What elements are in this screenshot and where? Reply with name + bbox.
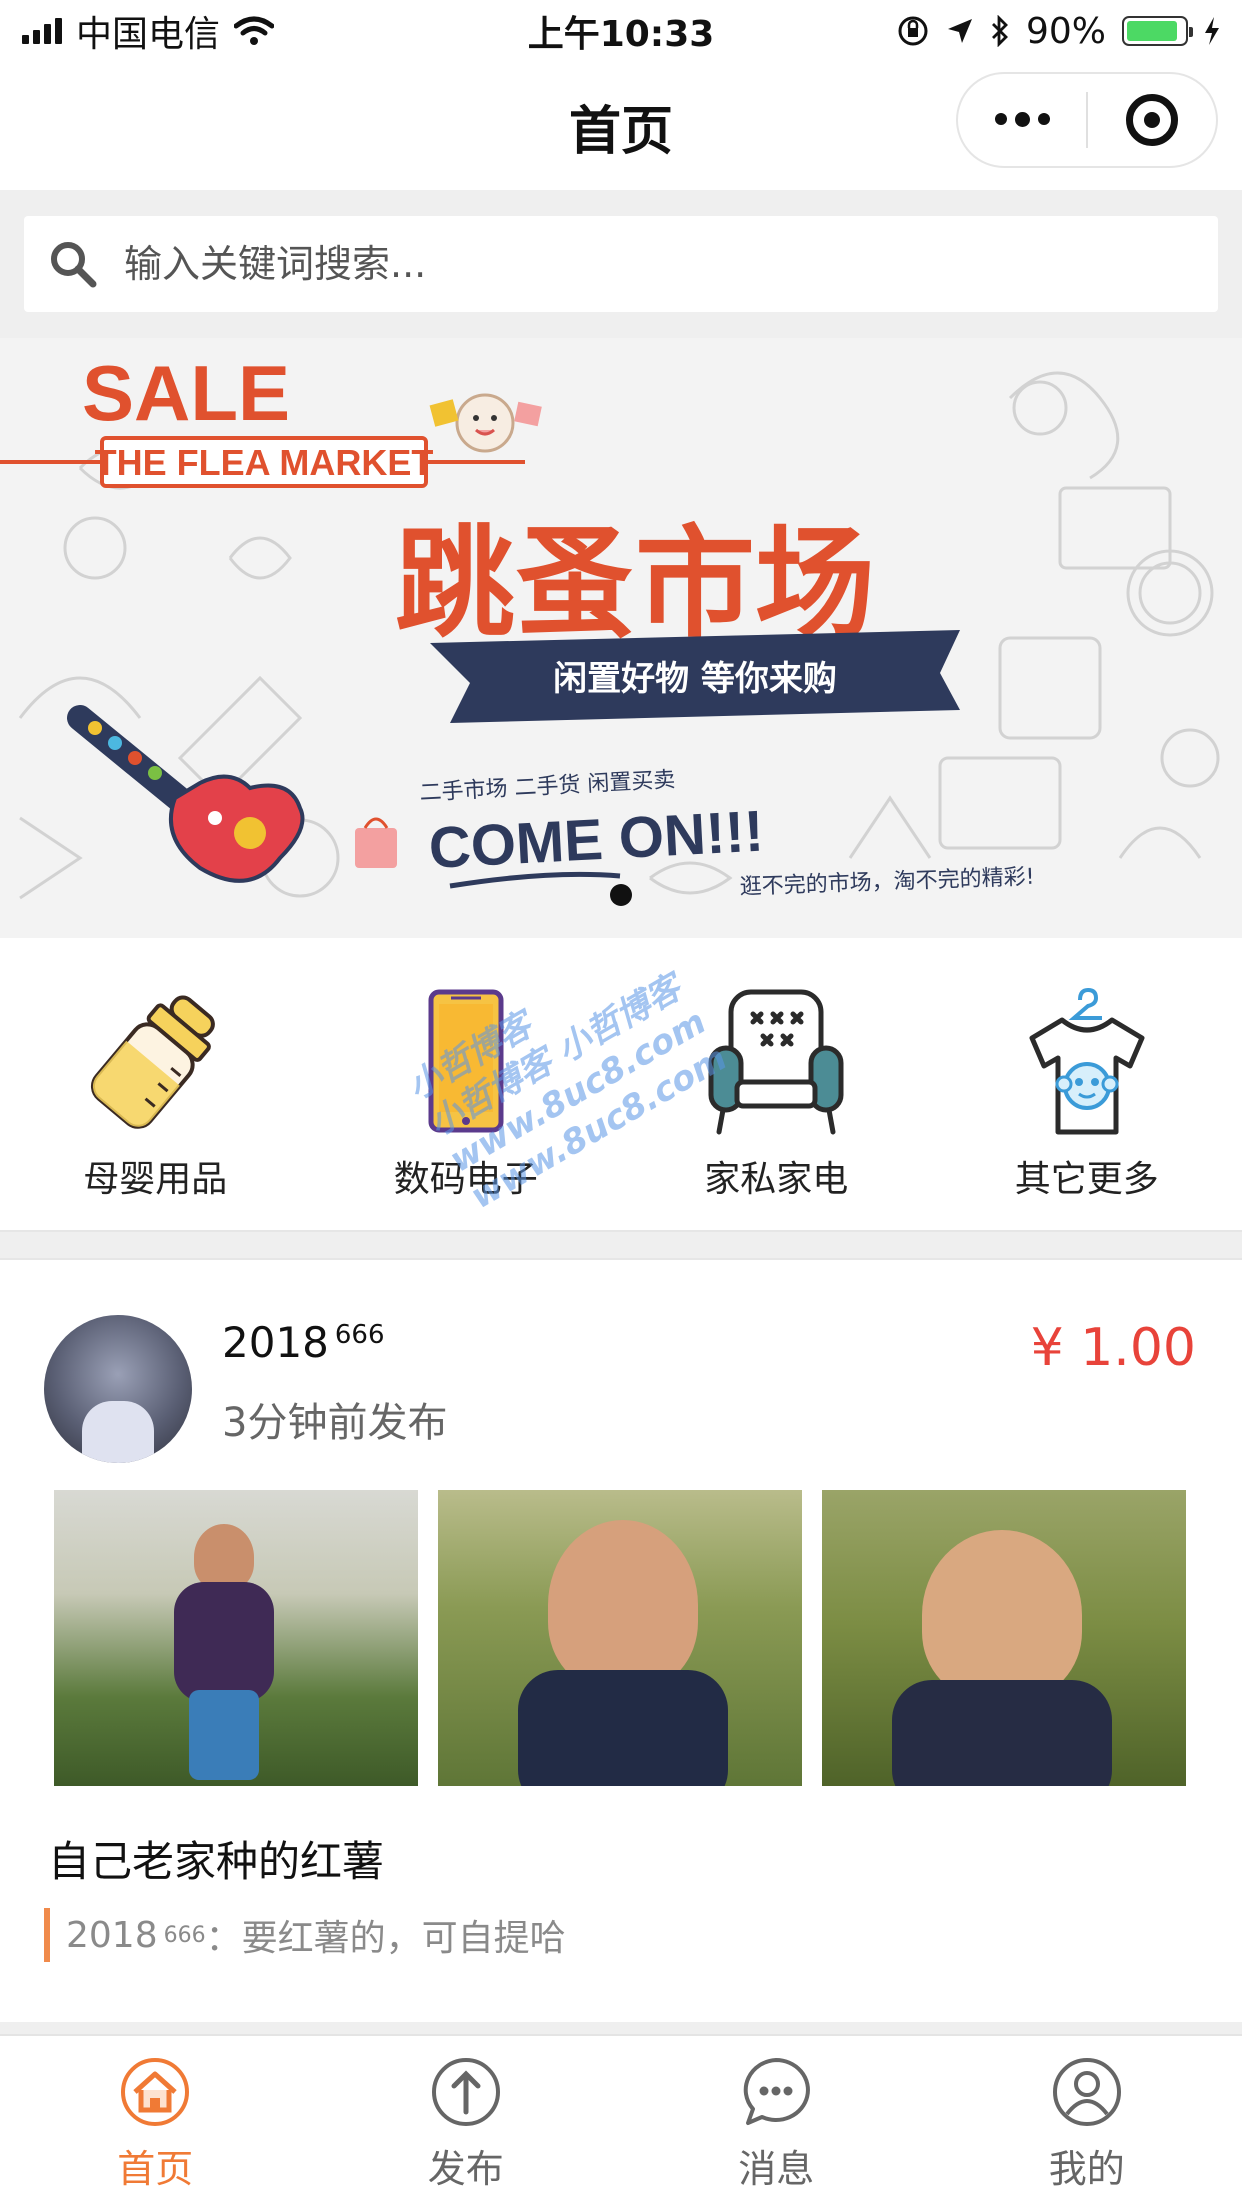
- battery-icon: [1122, 16, 1193, 46]
- carousel-indicator-dot[interactable]: [610, 884, 632, 906]
- tab-bar: 首页 发布 消息 我的: [0, 2034, 1242, 2208]
- user-name-sup: 666: [334, 1320, 385, 1350]
- mini-program-capsule: [956, 72, 1218, 168]
- post-photo[interactable]: [54, 1490, 418, 1786]
- category-label: 家私家电: [704, 1159, 849, 1200]
- tshirt-icon: [1029, 987, 1145, 1135]
- post-photo[interactable]: [822, 1490, 1186, 1786]
- tab-home[interactable]: 首页: [0, 2036, 311, 2208]
- phone-icon: [428, 989, 504, 1133]
- banner-tagline: 逛不完的市场，淘不完的精彩!: [739, 865, 1035, 900]
- category-item[interactable]: 数码电子: [311, 938, 622, 1230]
- category-item[interactable]: 家私家电: [621, 938, 932, 1230]
- guitar-illustration: [67, 705, 305, 883]
- tab-label: 消息: [738, 2147, 815, 2191]
- bluetooth-icon: [991, 15, 1008, 47]
- more-button[interactable]: [958, 74, 1086, 166]
- search-area: [0, 190, 1242, 338]
- banner-image: SALE THE FLEA MARKET 跳蚤市场 闲置好物 等你来购 二手市场…: [0, 349, 1220, 900]
- search-box[interactable]: [24, 216, 1218, 312]
- post-card[interactable]: 2018 666 3分钟前发布 ¥ 1.00 自己老家种的红薯 2018 666 ：要…: [0, 1260, 1242, 2022]
- tab-label: 首页: [117, 2147, 194, 2191]
- battery-percent: 90%: [1025, 10, 1106, 52]
- banner-ribbon-text: 闲置好物 等你来购: [553, 659, 837, 699]
- charging-icon: [1205, 17, 1219, 45]
- battery-fill: [1127, 21, 1178, 41]
- search-input[interactable]: [124, 242, 1194, 286]
- category-item[interactable]: 母婴用品: [0, 938, 311, 1230]
- banner-carousel[interactable]: SALE THE FLEA MARKET 跳蚤市场 闲置好物 等你来购 二手市场…: [0, 338, 1242, 938]
- location-arrow-icon: [947, 19, 972, 43]
- category-grid: 母婴用品 数码电子 家私家电 其它更多: [0, 938, 1242, 1230]
- message-icon: [744, 2058, 811, 2125]
- post-time: 3分钟前发布: [222, 1400, 448, 1446]
- upload-icon: [431, 2058, 500, 2126]
- category-label: 数码电子: [393, 1159, 538, 1200]
- tab-publish[interactable]: 发布: [311, 2036, 622, 2208]
- comment-user: 2018: [66, 1914, 158, 1956]
- user-name-text: 2018: [222, 1318, 329, 1367]
- page-title: 首页: [568, 101, 673, 162]
- search-icon: [51, 242, 97, 288]
- post-photo[interactable]: [438, 1490, 802, 1786]
- post-user-name[interactable]: 2018 666: [222, 1318, 385, 1367]
- nav-bar: 首页: [0, 62, 1242, 190]
- comment-text: ：要红薯的，可自提哈: [205, 1918, 566, 1959]
- post-title[interactable]: 自己老家种的红薯: [48, 1828, 384, 1889]
- banner-small-text: 二手市场 二手货 闲置买卖: [419, 768, 676, 806]
- signal-icon: [22, 18, 62, 44]
- baby-bottle-icon: [91, 995, 216, 1129]
- comment-user-sup: 666: [163, 1922, 206, 1948]
- more-dots-icon: [994, 112, 1050, 127]
- tab-me[interactable]: 我的: [932, 2036, 1242, 2208]
- banner-market-text: THE FLEA MARKET: [95, 442, 434, 483]
- rotation-lock-icon: [898, 16, 928, 46]
- status-bar: 中国电信 上午10:33 90%: [0, 0, 1242, 62]
- status-left: 中国电信: [22, 5, 896, 57]
- wifi-icon: [234, 16, 275, 45]
- home-icon: [121, 2058, 190, 2126]
- category-label: 其它更多: [1014, 1159, 1159, 1200]
- banner-headline: 跳蚤市场: [395, 515, 875, 654]
- user-icon: [1052, 2058, 1121, 2126]
- carrier-label: 中国电信: [76, 14, 221, 55]
- list-divider: [0, 2022, 1242, 2034]
- armchair-icon: [708, 989, 844, 1135]
- tab-label: 我的: [1048, 2147, 1125, 2191]
- post-price: ¥ 1.00: [1030, 1318, 1196, 1378]
- tab-label: 发布: [427, 2147, 504, 2191]
- close-miniprogram-button[interactable]: [1088, 74, 1216, 166]
- tab-messages[interactable]: 消息: [621, 2036, 932, 2208]
- category-item[interactable]: 其它更多: [932, 938, 1242, 1230]
- banner-sale-text: SALE: [82, 349, 290, 437]
- post-photos: [54, 1490, 1186, 1786]
- category-label: 母婴用品: [83, 1159, 228, 1200]
- post-comment: 2018 666 ：要红薯的，可自提哈: [44, 1908, 566, 1962]
- avatar[interactable]: [44, 1315, 192, 1463]
- section-divider: [0, 1230, 1242, 1260]
- status-right: 90%: [896, 11, 1220, 52]
- target-icon: [1126, 94, 1178, 146]
